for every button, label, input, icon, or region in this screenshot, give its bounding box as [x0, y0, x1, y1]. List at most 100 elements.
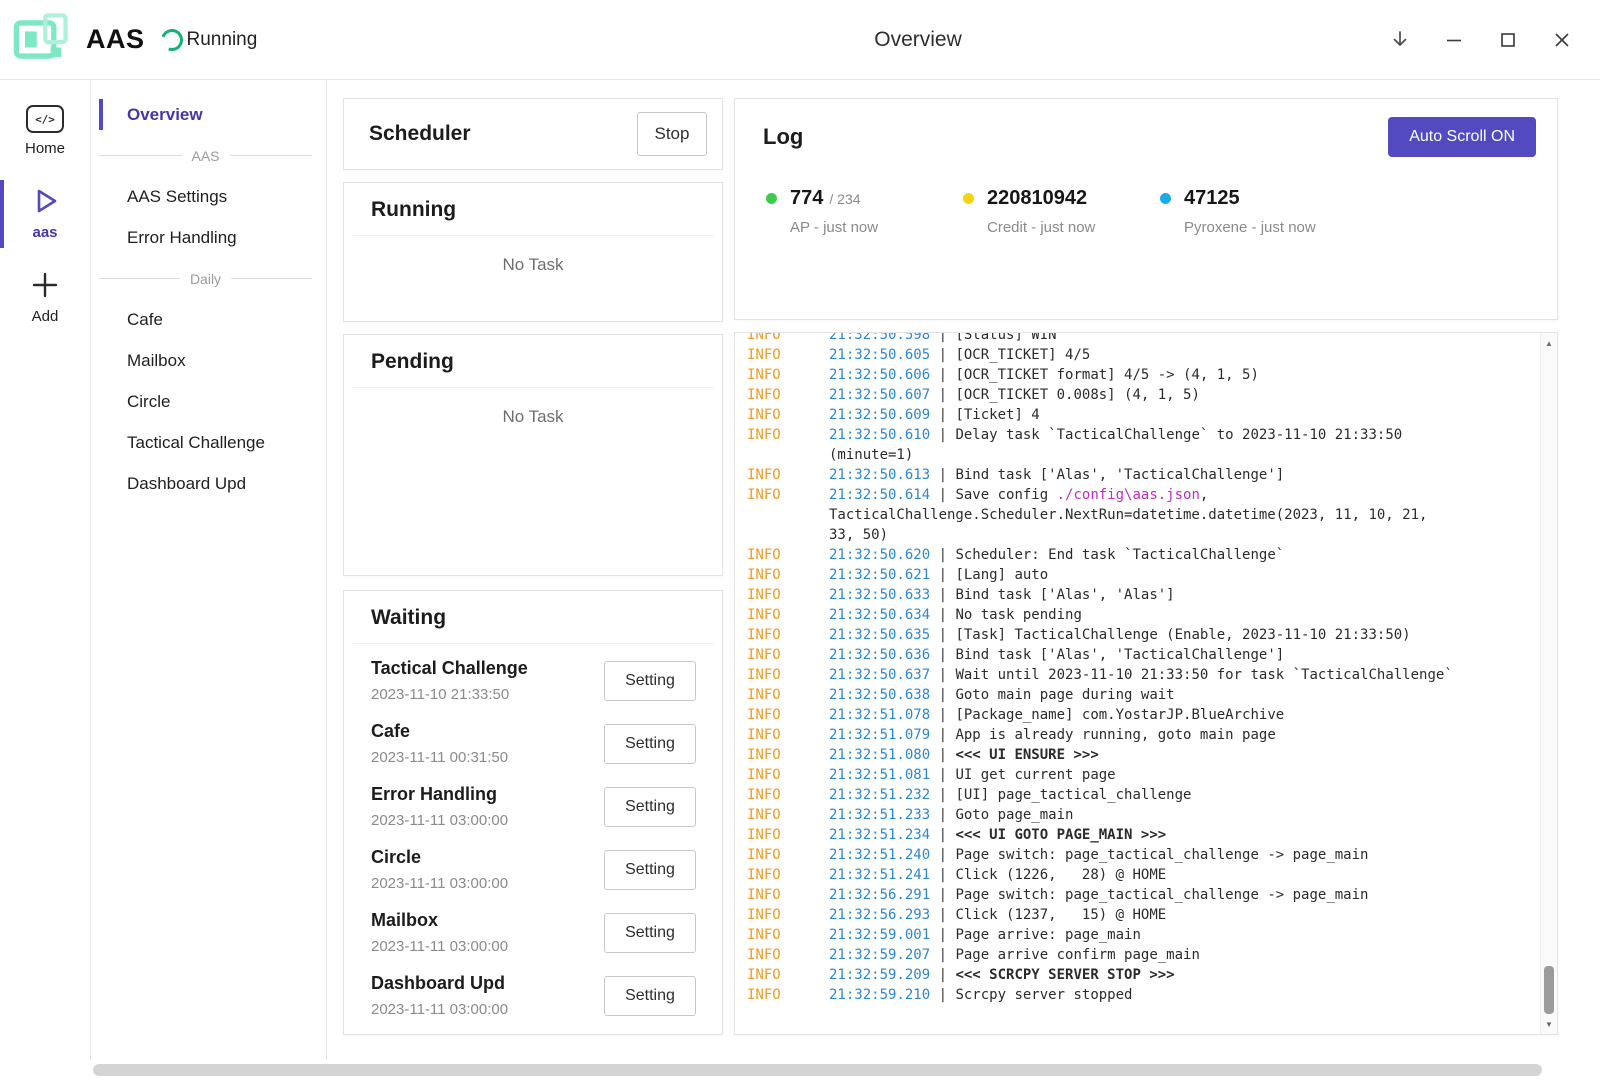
log-separator: |	[930, 587, 955, 603]
task-name: Circle	[371, 847, 508, 868]
log-line: INFO21:32:51.080 | <<< UI ENSURE >>>	[747, 745, 1536, 765]
log-message: [UI] page_tactical_challenge	[955, 787, 1191, 803]
waiting-task-row: Dashboard Upd 2023-11-11 03:00:00 Settin…	[371, 964, 696, 1027]
waiting-task-list: Tactical Challenge 2023-11-10 21:33:50 S…	[344, 644, 722, 1027]
menu-item[interactable]: Overview	[91, 94, 326, 135]
menu-item[interactable]: Error Handling	[91, 217, 326, 258]
horizontal-scrollbar-thumb[interactable]	[93, 1064, 1542, 1076]
menu-item[interactable]: Mailbox	[91, 340, 326, 381]
menu-item[interactable]: Cafe	[91, 299, 326, 340]
rail-item-home[interactable]: </> Home	[0, 92, 90, 172]
rail-item-add[interactable]: Add	[0, 256, 90, 340]
log-line: INFO21:32:50.634 | No task pending	[747, 605, 1536, 625]
log-line: INFO21:32:50.621 | [Lang] auto	[747, 565, 1536, 585]
menu-item[interactable]: AAS Settings	[91, 176, 326, 217]
autoscroll-toggle-button[interactable]: Auto Scroll ON	[1388, 117, 1536, 157]
task-info: Mailbox 2023-11-11 03:00:00	[371, 910, 508, 955]
log-scrollbar-thumb[interactable]	[1544, 966, 1554, 1014]
menu-section-divider: AAS	[91, 135, 326, 176]
download-update-button[interactable]	[1378, 18, 1422, 62]
rail-item-aas[interactable]: aas	[0, 172, 90, 256]
task-next-run: 2023-11-11 03:00:00	[371, 938, 508, 955]
scroll-down-icon[interactable]: ▼	[1541, 1016, 1557, 1032]
maximize-button[interactable]	[1486, 18, 1530, 62]
dashboard-stat: 47125 Pyroxene - just now	[1157, 187, 1354, 236]
log-level: INFO	[747, 685, 829, 705]
log-line: INFO21:32:50.610 | Delay task `TacticalC…	[747, 425, 1536, 465]
log-level: INFO	[747, 565, 829, 585]
task-setting-button[interactable]: Setting	[604, 661, 696, 701]
divider-line	[99, 278, 180, 279]
log-line: INFO21:32:50.598 | [Status] WIN	[747, 333, 1536, 345]
log-level: INFO	[747, 665, 829, 685]
menu-item[interactable]: Dashboard Upd	[91, 463, 326, 504]
app-title: AAS	[86, 24, 145, 55]
log-separator: |	[930, 847, 955, 863]
window-controls	[1378, 18, 1600, 62]
log-message: [Task] TacticalChallenge (Enable, 2023-1…	[955, 627, 1410, 643]
log-separator: |	[930, 907, 955, 923]
menu-item[interactable]: Circle	[91, 381, 326, 422]
log-separator: |	[930, 567, 955, 583]
log-separator: |	[930, 707, 955, 723]
stat-caption: Pyroxene - just now	[1184, 219, 1354, 236]
task-name: Dashboard Upd	[371, 973, 508, 994]
log-separator: |	[930, 467, 955, 483]
log-timestamp: 21:32:50.621	[829, 567, 930, 583]
stat-caption: Credit - just now	[987, 219, 1157, 236]
log-line: INFO21:32:50.609 | [Ticket] 4	[747, 405, 1536, 425]
minimize-button[interactable]	[1432, 18, 1476, 62]
log-scroll-area[interactable]: INFO21:32:50.598 | [Status] WININFO21:32…	[735, 333, 1540, 1034]
main-content: Scheduler Stop Running No Task Pending N…	[327, 80, 1600, 1060]
horizontal-scrollbar[interactable]	[0, 1060, 1600, 1080]
download-arrow-icon	[1389, 29, 1411, 51]
close-button[interactable]	[1540, 18, 1584, 62]
log-line: INFO21:32:51.233 | Goto page_main	[747, 805, 1536, 825]
menu-list: Overview AAS AAS SettingsError Handling …	[91, 80, 327, 1060]
log-separator: |	[930, 827, 955, 843]
task-setting-button[interactable]: Setting	[604, 850, 696, 890]
log-line: INFO21:32:50.636 | Bind task ['Alas', 'T…	[747, 645, 1536, 665]
rail-label-home: Home	[25, 140, 65, 157]
log-line: INFO21:32:51.078 | [Package_name] com.Yo…	[747, 705, 1536, 725]
task-setting-button[interactable]: Setting	[604, 976, 696, 1016]
log-level: INFO	[747, 405, 829, 425]
maximize-icon	[1498, 30, 1518, 50]
task-setting-button[interactable]: Setting	[604, 913, 696, 953]
log-title: Log	[763, 124, 803, 150]
log-message: No task pending	[955, 607, 1081, 623]
running-card: Running No Task	[343, 182, 723, 322]
log-level: INFO	[747, 605, 829, 625]
log-line: INFO21:32:56.291 | Page switch: page_tac…	[747, 885, 1536, 905]
task-setting-button[interactable]: Setting	[604, 724, 696, 764]
log-message: [Lang] auto	[955, 567, 1048, 583]
log-timestamp: 21:32:50.613	[829, 467, 930, 483]
menu-item-label: Dashboard Upd	[127, 474, 246, 494]
log-timestamp: 21:32:50.609	[829, 407, 930, 423]
log-message: <<< SCRCPY SERVER STOP >>>	[955, 967, 1174, 983]
log-timestamp: 21:32:51.081	[829, 767, 930, 783]
stat-value-row: 774 / 234	[763, 187, 960, 210]
log-level: INFO	[747, 765, 829, 785]
log-timestamp: 21:32:50.636	[829, 647, 930, 663]
log-line: INFO21:32:51.234 | <<< UI GOTO PAGE_MAIN…	[747, 825, 1536, 845]
log-message: [OCR_TICKET format] 4/5 -> (4, 1, 5)	[955, 367, 1258, 383]
task-setting-button[interactable]: Setting	[604, 787, 696, 827]
menu-item[interactable]: Tactical Challenge	[91, 422, 326, 463]
log-separator: |	[930, 407, 955, 423]
task-name: Mailbox	[371, 910, 508, 931]
log-message: Page arrive confirm page_main	[955, 947, 1199, 963]
log-timestamp: 21:32:50.606	[829, 367, 930, 383]
log-separator: |	[930, 347, 955, 363]
log-message: UI get current page	[955, 767, 1115, 783]
scheduler-stop-button[interactable]: Stop	[637, 112, 707, 156]
log-vertical-scrollbar[interactable]: ▲ ▼	[1540, 333, 1557, 1034]
log-line: INFO21:32:50.606 | [OCR_TICKET format] 4…	[747, 365, 1536, 385]
log-separator: |	[930, 727, 955, 743]
log-line: INFO21:32:50.613 | Bind task ['Alas', 'T…	[747, 465, 1536, 485]
menu-item-label: Overview	[127, 105, 203, 125]
scroll-up-icon[interactable]: ▲	[1541, 335, 1557, 351]
waiting-task-row: Tactical Challenge 2023-11-10 21:33:50 S…	[371, 649, 696, 712]
code-icon: </>	[26, 105, 64, 133]
pending-title: Pending	[353, 335, 713, 388]
